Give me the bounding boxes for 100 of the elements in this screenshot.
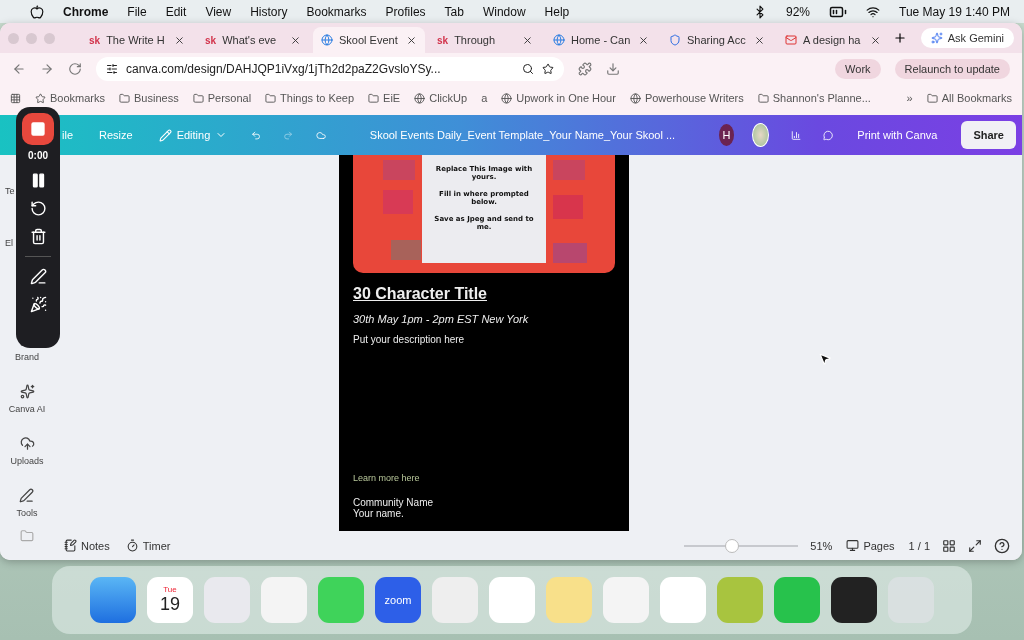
- sidebar-icon[interactable]: [19, 488, 35, 503]
- sidebar-label[interactable]: Te: [5, 186, 15, 196]
- design-title[interactable]: Skool Events Daily_Event Template_Your Name_Your Skool ...: [369, 129, 676, 141]
- folder-icon: [20, 529, 34, 543]
- print-button[interactable]: Print with Canva: [855, 125, 940, 145]
- restart-icon: [29, 200, 47, 217]
- bookmark[interactable]: Business: [119, 92, 179, 104]
- browser-tab[interactable]: Home - Can: [545, 27, 657, 53]
- folder-icon: [757, 92, 769, 104]
- stop-icon: [30, 121, 46, 137]
- sliders-icon: [106, 63, 118, 75]
- bookmark[interactable]: Shannon's Planne...: [757, 92, 871, 104]
- folder-icon: [265, 92, 277, 104]
- profile-button[interactable]: Work: [835, 59, 881, 79]
- zoom-percent: 51%: [810, 539, 833, 552]
- event-description: Put your description here: [353, 334, 465, 345]
- address-bar[interactable]: canva.com/design/DAHJQP1iVxg/1jTh2d2paZ2GvsloYSy...: [96, 57, 564, 81]
- sidebar-label[interactable]: Tools: [16, 508, 38, 518]
- globe-icon: [414, 92, 426, 104]
- bookmark[interactable]: Bookmarks: [35, 92, 106, 104]
- zoom-window-control[interactable]: [44, 32, 55, 44]
- sidebar-label[interactable]: Uploads: [10, 456, 44, 466]
- menu-item[interactable]: Edit: [165, 4, 187, 19]
- timer-icon: [125, 539, 139, 552]
- tab-favicon: sk: [205, 34, 217, 46]
- recording-time: 0:00: [28, 150, 48, 161]
- share-button[interactable]: Share: [961, 121, 1016, 149]
- browser-tab[interactable]: A design ha: [777, 27, 889, 53]
- close-icon: [174, 34, 185, 46]
- timer-button[interactable]: Timer: [123, 537, 173, 554]
- browser-tab[interactable]: sk What's eve: [197, 27, 309, 53]
- avatar-photo[interactable]: [752, 123, 769, 147]
- cursor-icon: [818, 352, 832, 366]
- close-icon: [406, 34, 417, 46]
- browser-tab[interactable]: sk The Write H: [81, 27, 193, 53]
- close-icon: [638, 34, 649, 46]
- event-title: 30 Character Title: [353, 285, 488, 303]
- menu-item[interactable]: Window: [482, 4, 526, 19]
- back-icon: [12, 62, 26, 76]
- browser-tab[interactable]: Sharing Acc: [661, 27, 773, 53]
- bookmark[interactable]: Powerhouse Writers: [629, 92, 744, 104]
- user-avatar[interactable]: H: [719, 124, 735, 146]
- bookmark[interactable]: Upwork in One Hour: [501, 92, 616, 104]
- bookmark[interactable]: a: [481, 92, 488, 104]
- globe-icon: [321, 34, 333, 46]
- folder-icon: [368, 92, 380, 104]
- menubar-clock: Tue May 19 1:40 PM: [899, 4, 1010, 19]
- slider-thumb[interactable]: [725, 538, 740, 553]
- stop-button[interactable]: [22, 113, 54, 145]
- pages-button[interactable]: Pages: [844, 537, 897, 554]
- menu-item[interactable]: View: [205, 4, 232, 19]
- notes-icon: [64, 539, 77, 552]
- relaunch-button[interactable]: Relaunch to update: [894, 59, 1010, 79]
- shield-icon: [669, 34, 681, 46]
- close-icon: [870, 34, 881, 46]
- pen-icon: [29, 268, 47, 285]
- sidebar-label[interactable]: Brand: [15, 352, 39, 362]
- bookmark[interactable]: Personal: [192, 92, 252, 104]
- app-name[interactable]: Chrome: [63, 4, 109, 19]
- menu-item[interactable]: Profiles: [385, 4, 426, 19]
- notes-button[interactable]: Notes: [62, 537, 112, 554]
- search-icon: [522, 63, 534, 75]
- fullscreen-icon: [968, 538, 982, 553]
- star-icon: [542, 63, 554, 75]
- bookmark[interactable]: EiE: [368, 92, 401, 104]
- minimize-window-control[interactable]: [26, 32, 37, 44]
- pencil-icon: [158, 128, 172, 142]
- tab-favicon: sk: [89, 34, 101, 46]
- folder-icon: [192, 92, 204, 104]
- bookmark[interactable]: ClickUp: [414, 92, 468, 104]
- close-window-control[interactable]: [8, 32, 19, 44]
- zoom-app-icon[interactable]: zoom: [375, 577, 421, 623]
- more-bookmarks[interactable]: »: [906, 92, 913, 104]
- download-icon: [606, 62, 620, 76]
- folder-icon: [926, 92, 938, 104]
- page-count: 1 / 1: [908, 539, 930, 552]
- close-icon: [754, 34, 765, 46]
- menu-item[interactable]: History: [250, 4, 288, 19]
- browser-tab[interactable]: Skool Event: [313, 27, 425, 53]
- browser-tab[interactable]: sk Through: [429, 27, 541, 53]
- menu-item[interactable]: File: [127, 4, 147, 19]
- sidebar-icon[interactable]: [19, 436, 35, 451]
- ask-gemini-button[interactable]: Ask Gemini: [920, 28, 1014, 48]
- sidebar-icon[interactable]: [19, 384, 35, 399]
- calendar-app-icon[interactable]: Tue 19: [147, 577, 193, 623]
- menu-item[interactable]: Help: [544, 4, 570, 19]
- bookmark[interactable]: Things to Keep: [265, 92, 355, 104]
- learn-more-link[interactable]: Learn more here: [353, 473, 615, 483]
- sidebar-label[interactable]: Canva AI: [8, 404, 46, 414]
- sidebar-label[interactable]: El: [5, 238, 13, 248]
- event-time: 30th May 1pm - 2pm EST New York: [353, 313, 530, 325]
- help-icon: [994, 537, 1010, 554]
- tab-favicon: sk: [437, 34, 449, 46]
- folder-icon: [119, 92, 131, 104]
- your-name: Your name.: [353, 508, 405, 519]
- menu-item[interactable]: Bookmarks: [306, 4, 367, 19]
- pages-icon: [846, 539, 860, 552]
- reload-icon: [68, 62, 82, 76]
- menu-item[interactable]: Tab: [444, 4, 464, 19]
- all-bookmarks[interactable]: All Bookmarks: [926, 92, 1012, 104]
